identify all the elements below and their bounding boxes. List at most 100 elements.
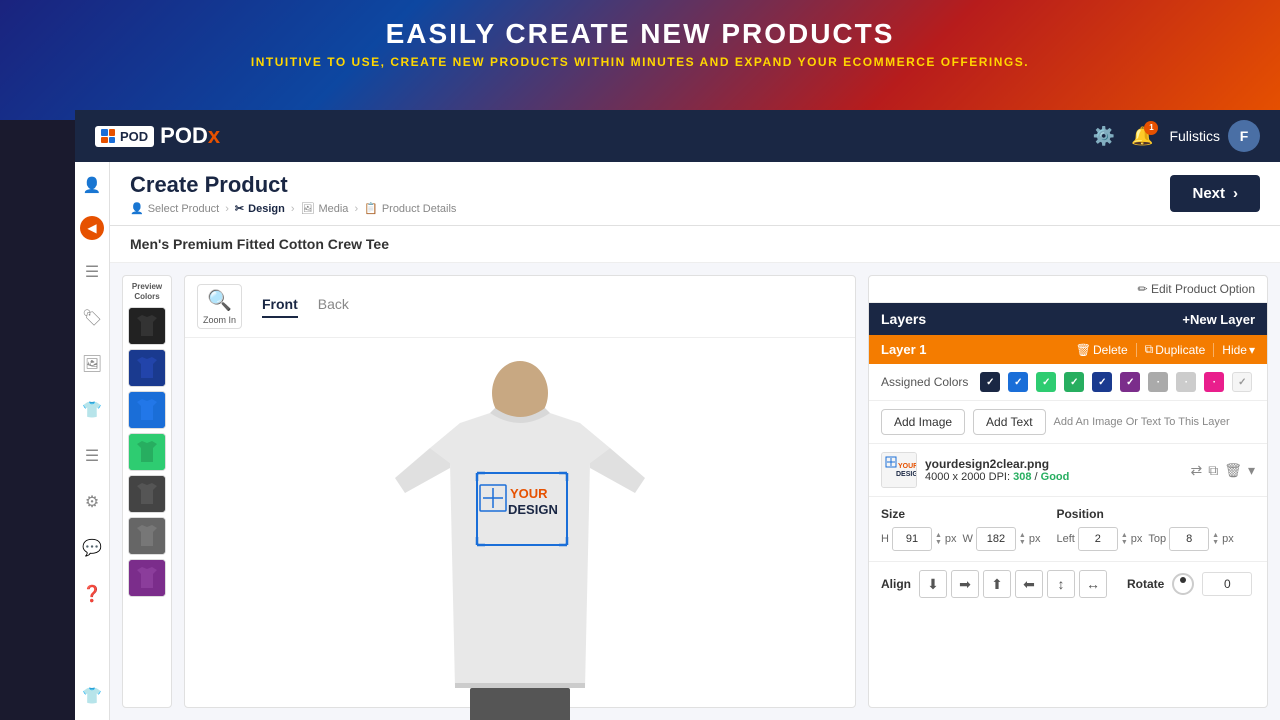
preview-colors-label: PreviewColors: [132, 282, 162, 301]
add-buttons-row: Add Image Add Text Add An Image Or Text …: [869, 401, 1267, 444]
color-check-2[interactable]: ✓: [1008, 372, 1028, 392]
zoom-in-button[interactable]: 🔍 Zoom In: [197, 284, 242, 329]
top-up-arrow[interactable]: ▲: [1212, 532, 1219, 539]
svg-text:YOUR: YOUR: [510, 486, 548, 501]
top-down-arrow[interactable]: ▼: [1212, 539, 1219, 546]
tab-back[interactable]: Back: [318, 296, 349, 318]
file-thumb-svg: YOUR DESIGN: [882, 453, 916, 487]
color-check-4[interactable]: ✓: [1064, 372, 1084, 392]
rotate-dial[interactable]: [1172, 573, 1194, 595]
settings-icon[interactable]: ⚙️: [1093, 126, 1115, 147]
sidebar-icon-chat[interactable]: 💬: [78, 534, 106, 562]
notification-badge: 1: [1144, 121, 1158, 135]
next-button[interactable]: Next ›: [1170, 175, 1260, 212]
align-right-button[interactable]: ➡: [951, 570, 979, 598]
color-check-3[interactable]: ✓: [1036, 372, 1056, 392]
align-top-button[interactable]: ⬆: [983, 570, 1011, 598]
file-thumbnail: YOUR DESIGN: [881, 452, 917, 488]
color-swatch-green[interactable]: [128, 433, 166, 471]
sidebar-icon-settings[interactable]: ⚙: [81, 488, 103, 516]
zoom-label: Zoom In: [203, 315, 236, 325]
file-replace-icon[interactable]: ⇄: [1190, 462, 1202, 479]
width-input[interactable]: [976, 527, 1016, 551]
sidebar-icon-image[interactable]: 🖼: [78, 350, 106, 378]
align-bottom-button[interactable]: ⬇: [919, 570, 947, 598]
breadcrumb-select-product[interactable]: 👤 Select Product: [130, 202, 219, 215]
rotate-section: Rotate: [1127, 572, 1252, 596]
file-copy-icon[interactable]: ⧉: [1208, 462, 1218, 479]
color-swatch-charcoal[interactable]: [128, 475, 166, 513]
color-check-8[interactable]: ·: [1176, 372, 1196, 392]
color-check-5[interactable]: ✓: [1092, 372, 1112, 392]
rotate-input[interactable]: [1202, 572, 1252, 596]
add-image-button[interactable]: Add Image: [881, 409, 965, 435]
new-layer-button[interactable]: +New Layer: [1182, 312, 1255, 327]
svg-text:DESIGN: DESIGN: [508, 502, 558, 517]
left-down-arrow[interactable]: ▼: [1121, 539, 1128, 546]
width-spinners: ▲ ▼: [1019, 532, 1026, 546]
color-swatch-purple[interactable]: [128, 559, 166, 597]
sidebar-back-button[interactable]: ◀: [80, 216, 104, 240]
color-swatch-navy[interactable]: [128, 349, 166, 387]
sidebar-icon-tshirt-bottom[interactable]: 👕: [78, 682, 106, 710]
layer-1-name: Layer 1: [881, 342, 927, 357]
duplicate-layer-button[interactable]: ⧉ Duplicate: [1145, 342, 1206, 357]
person-container: YOUR DESIGN: [185, 338, 855, 720]
tab-front[interactable]: Front: [262, 296, 298, 318]
color-check-10[interactable]: ✓: [1232, 372, 1252, 392]
color-swatch-royalblue[interactable]: [128, 391, 166, 429]
breadcrumb-design-icon: ✂: [235, 202, 244, 215]
breadcrumb-design[interactable]: ✂ Design: [235, 202, 285, 215]
left-up-arrow[interactable]: ▲: [1121, 532, 1128, 539]
left-input[interactable]: [1078, 527, 1118, 551]
logo-x-letter: x: [208, 123, 220, 148]
breadcrumb-media[interactable]: 🖼 Media: [301, 202, 349, 215]
sidebar-icon-tag[interactable]: 🏷: [78, 304, 106, 332]
logo[interactable]: POD PODx: [95, 123, 220, 149]
tshirt-controls: 🔍 Zoom In Front Back: [185, 276, 855, 338]
color-swatch-black[interactable]: [128, 307, 166, 345]
user-menu[interactable]: Fulistics F: [1169, 120, 1260, 152]
top-unit: px: [1222, 533, 1234, 545]
layer-1-item: Layer 1 🗑 Delete ⧉ Duplicate: [869, 335, 1267, 364]
hide-layer-button[interactable]: Hide ▾: [1222, 343, 1255, 357]
left-spinners: ▲ ▼: [1121, 532, 1128, 546]
breadcrumb-product-details[interactable]: 📋 Product Details: [364, 202, 456, 215]
height-input[interactable]: [892, 527, 932, 551]
width-up-arrow[interactable]: ▲: [1019, 532, 1026, 539]
height-down-arrow[interactable]: ▼: [935, 539, 942, 546]
sidebar-icon-list[interactable]: ☰: [81, 258, 103, 286]
add-text-button[interactable]: Add Text: [973, 409, 1045, 435]
file-dpi-quality: Good: [1041, 471, 1070, 483]
notification-icon[interactable]: 🔔 1: [1131, 126, 1153, 147]
align-label: Align: [881, 577, 911, 591]
color-swatch-darkgray[interactable]: [128, 517, 166, 555]
sidebar-icon-help[interactable]: ❓: [78, 580, 106, 608]
breadcrumb: 👤 Select Product › ✂ Design › 🖼 Media ›: [130, 202, 456, 215]
layer-1-actions: 🗑 Delete ⧉ Duplicate Hide ▾: [1076, 342, 1255, 357]
page-title: Create Product: [130, 172, 456, 198]
edit-product-option[interactable]: ✏ Edit Product Option: [869, 276, 1267, 303]
top-input[interactable]: [1169, 527, 1209, 551]
color-check-9[interactable]: ·: [1204, 372, 1224, 392]
file-expand-icon[interactable]: ▾: [1248, 462, 1255, 479]
breadcrumb-media-label: Media: [318, 203, 348, 215]
breadcrumb-design-label: Design: [248, 203, 285, 215]
color-check-7[interactable]: ·: [1148, 372, 1168, 392]
sidebar-icon-menu2[interactable]: ☰: [81, 442, 103, 470]
color-check-6[interactable]: ✓: [1120, 372, 1140, 392]
file-actions: ⇄ ⧉ 🗑 ▾: [1190, 462, 1255, 479]
delete-layer-button[interactable]: 🗑 Delete: [1076, 343, 1128, 357]
color-check-1[interactable]: ✓: [980, 372, 1000, 392]
align-hcenter-button[interactable]: ↔: [1079, 570, 1107, 598]
width-down-arrow[interactable]: ▼: [1019, 539, 1026, 546]
next-arrow-icon: ›: [1233, 185, 1238, 202]
sidebar-icon-shirt[interactable]: 👕: [78, 396, 106, 424]
align-left-button[interactable]: ⬅: [1015, 570, 1043, 598]
sidebar-icon-person[interactable]: 👤: [79, 172, 106, 198]
align-vcenter-button[interactable]: ↕: [1047, 570, 1075, 598]
file-info: yourdesign2clear.png 4000 x 2000 DPI: 30…: [925, 457, 1182, 483]
file-dimensions: 4000 x 2000: [925, 471, 986, 483]
file-delete-icon[interactable]: 🗑: [1224, 462, 1242, 479]
height-up-arrow[interactable]: ▲: [935, 532, 942, 539]
